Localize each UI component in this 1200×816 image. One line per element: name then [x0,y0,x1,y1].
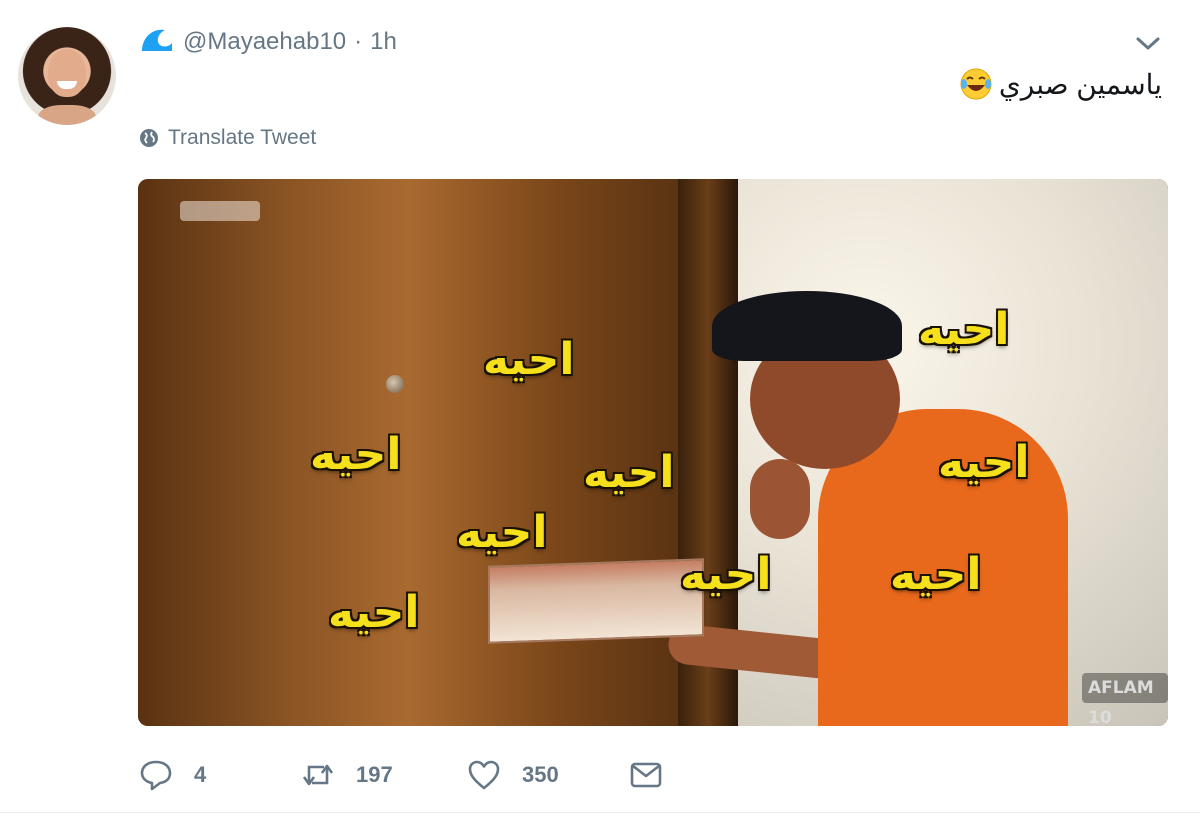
reply-button[interactable]: 4 [138,752,206,798]
user-handle[interactable]: @Mayaehab10 [183,28,346,56]
tweet-timestamp[interactable]: 1h [370,28,397,56]
overlay-word: احيه [890,549,982,600]
tweet-text: ياسمين صبري [959,64,1162,104]
overlay-word: احيه [583,447,675,498]
media-watermark-left [180,201,260,221]
media-pizza-box [488,558,704,644]
tweet-media-image[interactable]: AFLAM 10 احيه احيه احيه احيه احيه احيه ا… [138,179,1168,726]
avatar-shoulders [38,105,96,125]
translate-tweet-link[interactable]: Translate Tweet [138,125,316,151]
media-door-knob [386,375,404,393]
retweet-icon [302,764,334,786]
media-watermark-right: AFLAM 10 [1082,673,1168,726]
envelope-icon [630,762,662,788]
overlay-word: احيه [328,587,420,638]
avatar-face [48,49,86,97]
tweet-card: @Mayaehab10 · 1h ياسمين صبري Translate T… [0,0,1200,816]
overlay-word: احيه [918,304,1010,355]
reply-icon [140,760,172,791]
like-count: 350 [522,762,559,787]
heart-icon [468,760,500,790]
overlay-word: احيه [310,429,402,480]
overlay-word: احيه [938,437,1030,488]
direct-message-button[interactable] [628,752,664,798]
reply-count: 4 [194,762,207,787]
header-separator: · [354,28,363,55]
tweet-body: ياسمين صبري [998,68,1162,100]
tweet-header: @Mayaehab10 · 1h [183,28,397,56]
tweet-actions: 4 197 350 [138,752,738,798]
avatar[interactable] [18,27,116,125]
wave-logo-icon [142,29,172,51]
retweet-count: 197 [356,762,393,787]
overlay-word: احيه [483,334,575,385]
chevron-down-icon[interactable] [1134,35,1162,53]
translate-label: Translate Tweet [168,126,317,149]
tweet-divider [0,812,1200,813]
face-with-tears-of-joy-icon [960,68,992,100]
retweet-button[interactable]: 197 [300,752,393,798]
like-button[interactable]: 350 [466,752,559,798]
overlay-word: احيه [680,549,772,600]
media-man-cap [712,291,902,361]
overlay-word: احيه [456,507,548,558]
media-man-hand [750,459,810,539]
globe-icon [140,129,158,147]
